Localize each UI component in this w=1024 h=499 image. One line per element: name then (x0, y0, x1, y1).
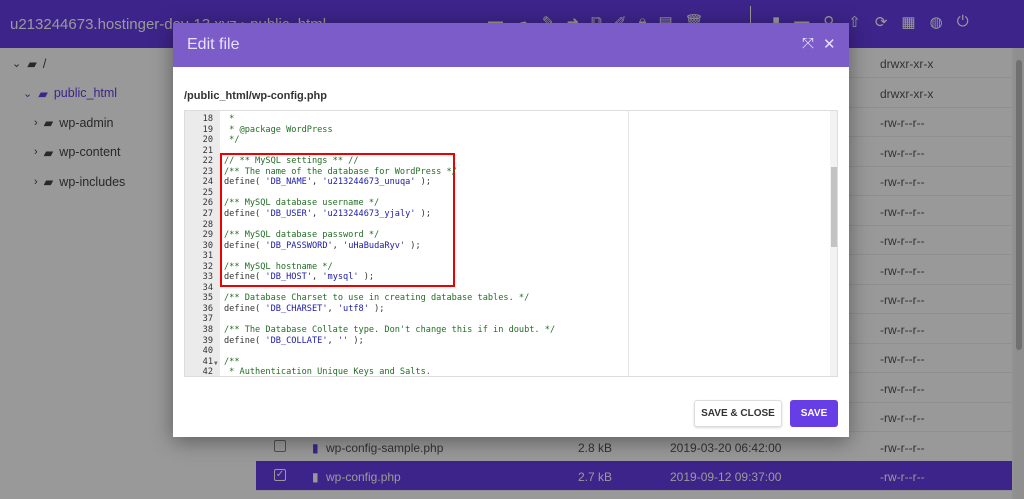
line-number: 41 (202, 356, 213, 367)
code-line[interactable]: define( 'DB_PASSWORD', 'uHaBudaRyv' ); (224, 241, 421, 251)
code-line[interactable]: // ** MySQL settings ** // (224, 156, 359, 166)
line-number: 20 (202, 135, 213, 146)
close-icon[interactable]: ✕ (823, 35, 836, 53)
code-token: /** MySQL hostname */ (224, 261, 333, 272)
code-token: /** (224, 356, 240, 367)
editor-scrollbar[interactable] (830, 111, 837, 376)
code-token: ); (415, 177, 432, 188)
code-line[interactable]: * Authentication Unique Keys and Salts. (224, 367, 431, 377)
line-number: 29 (202, 230, 213, 241)
code-token: define( (224, 335, 266, 346)
dialog-title: Edit file (187, 36, 240, 53)
code-token: * Authentication Unique Keys and Salts. (224, 367, 431, 377)
line-number: 42 (202, 367, 213, 377)
line-number: 26 (202, 198, 213, 209)
line-number: 21 (202, 145, 213, 156)
code-token: */ (224, 135, 240, 146)
code-token: , (327, 335, 338, 346)
code-token: '' (337, 335, 349, 346)
fullscreen-icon[interactable]: ⤧ (802, 35, 814, 52)
save-button[interactable]: SAVE (790, 400, 838, 427)
code-token: ); (368, 303, 385, 314)
code-token: /** Database Charset to use in creating … (224, 293, 530, 304)
line-number: 23 (202, 166, 213, 177)
code-line[interactable]: /** (224, 357, 240, 367)
code-token: , (311, 208, 323, 219)
code-token: 'u213244673_unuqa' (322, 177, 416, 188)
line-number: 30 (202, 240, 213, 251)
code-line[interactable]: /** MySQL database username */ (224, 198, 379, 208)
code-token: 'mysql' (322, 272, 359, 283)
file-path: /public_html/wp-config.php (184, 90, 327, 102)
code-token: define( (224, 177, 266, 188)
code-token: /** The name of the database for WordPre… (224, 166, 457, 177)
code-line[interactable]: /** MySQL hostname */ (224, 262, 333, 272)
code-token: ); (358, 272, 375, 283)
code-token: 'DB_CHARSET' (265, 303, 328, 314)
save-and-close-button[interactable]: SAVE & CLOSE (694, 400, 782, 427)
line-number: 27 (202, 208, 213, 219)
code-line[interactable]: /** MySQL database password */ (224, 230, 379, 240)
code-token: 'u213244673_yjaly' (322, 208, 416, 219)
code-token: 'DB_COLLATE' (265, 335, 328, 346)
code-line[interactable]: * @package WordPress (224, 124, 333, 135)
code-editor[interactable]: 18 * 19 * @package WordPress 20 */ 21 22 // *… (184, 110, 838, 377)
code-token: , (311, 177, 323, 188)
code-token: ); (348, 335, 364, 346)
code-token: /** MySQL database username */ (224, 198, 380, 209)
line-number: 28 (202, 219, 213, 230)
code-token: 'DB_NAME' (265, 177, 312, 188)
code-token: 'utf8' (337, 303, 369, 314)
code-line[interactable]: /** Database Charset to use in creating … (224, 293, 529, 303)
edit-file-dialog: Edit file ⤧ ✕ /public_html/wp-config.php… (173, 23, 849, 437)
editor-scrollbar-thumb[interactable] (831, 167, 837, 247)
code-line[interactable]: */ (224, 135, 240, 146)
code-line[interactable]: define( 'DB_USER', 'u213244673_yjaly' ); (224, 209, 431, 219)
code-token: /** MySQL database password */ (224, 230, 380, 241)
line-number: 40 (202, 346, 213, 357)
code-token: define( (224, 303, 266, 314)
dialog-header: Edit file ⤧ ✕ (173, 23, 849, 67)
line-number: 19 (202, 124, 213, 135)
code-token: , (311, 272, 323, 283)
code-token: define( (224, 240, 266, 251)
code-token: , (332, 240, 344, 251)
code-token: 'DB_USER' (265, 208, 312, 219)
line-number: 37 (202, 314, 213, 325)
code-line[interactable]: define( 'DB_NAME', 'u213244673_unuqa' ); (224, 177, 431, 187)
line-number: 38 (202, 325, 213, 335)
line-number: 25 (202, 187, 213, 198)
code-token: define( (224, 208, 266, 219)
code-token: * @package WordPress (224, 124, 333, 135)
code-token: 'DB_HOST' (265, 272, 312, 283)
code-line[interactable]: define( 'DB_CHARSET', 'utf8' ); (224, 304, 384, 314)
code-token: /** The Database Collate type. Don't cha… (224, 325, 556, 335)
line-number: 31 (202, 251, 213, 262)
code-token: , (327, 303, 338, 314)
code-line[interactable]: define( 'DB_HOST', 'mysql' ); (224, 272, 374, 282)
code-token: 'DB_PASSWORD' (265, 240, 333, 251)
code-token: define( (224, 272, 266, 283)
line-number: 33 (202, 272, 213, 283)
print-margin (628, 111, 629, 376)
code-token: * (224, 114, 235, 124)
code-token: ); (405, 240, 421, 251)
line-number: 39 (202, 335, 213, 346)
line-number: 36 (202, 303, 213, 314)
line-number: 32 (202, 261, 213, 272)
code-token: // ** MySQL settings ** // (224, 156, 359, 167)
line-number: 24 (202, 177, 213, 188)
line-number: 35 (202, 293, 213, 304)
code-line[interactable]: define( 'DB_COLLATE', '' ); (224, 336, 364, 346)
line-number: 18 (202, 114, 213, 124)
code-line[interactable]: * (224, 114, 234, 124)
line-number: 34 (202, 282, 213, 293)
code-line[interactable]: /** The name of the database for WordPre… (224, 167, 457, 177)
line-number: 22 (202, 156, 213, 167)
fold-arrow-icon[interactable]: ▼ (214, 360, 218, 367)
code-token: 'uHaBudaRyv' (343, 240, 406, 251)
code-token: ); (415, 208, 432, 219)
code-line[interactable]: /** The Database Collate type. Don't cha… (224, 325, 555, 335)
